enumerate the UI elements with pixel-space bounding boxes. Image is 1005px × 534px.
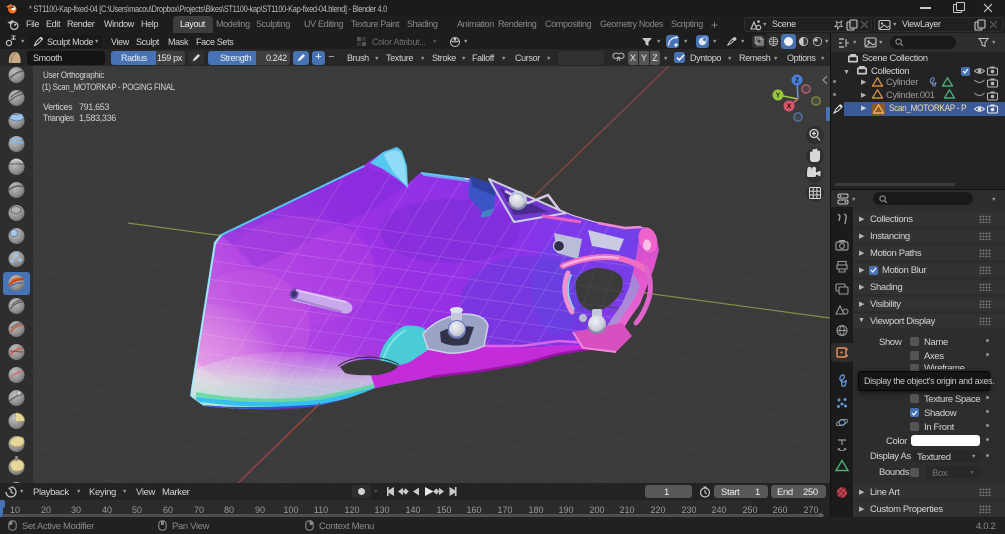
svg-text:Z: Z bbox=[795, 78, 800, 85]
svg-text:Y: Y bbox=[776, 93, 781, 100]
svg-text:X: X bbox=[787, 104, 792, 111]
